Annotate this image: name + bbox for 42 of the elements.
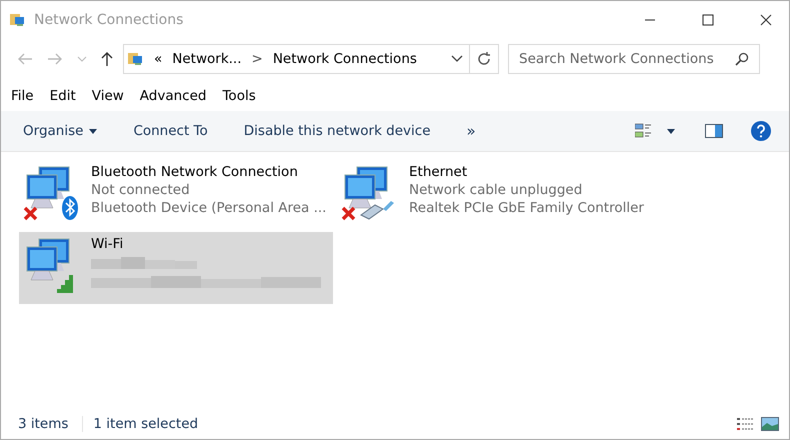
network-folder-icon <box>128 51 144 67</box>
connection-item[interactable]: Bluetooth Network Connection Not connected Bluetooth Device (Personal Area ... <box>19 160 333 232</box>
maximize-icon[interactable] <box>702 14 714 26</box>
connection-item[interactable]: Wi-Fi <box>19 232 333 304</box>
address-bar[interactable]: « Network... > Network Connections <box>123 44 499 74</box>
menu-item[interactable]: Advanced <box>140 88 206 104</box>
connection-name: Wi-Fi <box>91 236 124 252</box>
breadcrumb-separator[interactable]: > <box>252 51 263 67</box>
more-button[interactable]: » <box>466 122 476 140</box>
close-icon[interactable] <box>760 14 772 26</box>
dropdown-icon[interactable] <box>451 55 463 63</box>
command-button[interactable]: Connect To <box>133 123 208 139</box>
overflow-chevron[interactable]: « <box>154 51 162 67</box>
connection-item[interactable]: Ethernet Network cable unplugged Realtek PCIe GbE Family Controller <box>337 160 651 232</box>
refresh-icon[interactable] <box>476 51 492 67</box>
search-box[interactable]: Search Network Connections <box>508 44 760 74</box>
command-button[interactable]: Disable this network device <box>244 123 431 139</box>
device-name: Realtek PCIe GbE Family Controller <box>409 200 644 216</box>
window-title: Network Connections <box>34 12 184 28</box>
network-folder-icon <box>10 12 26 28</box>
connection-name: Bluetooth Network Connection <box>91 164 299 180</box>
details-view-icon[interactable] <box>737 417 753 431</box>
dropdown-icon[interactable] <box>667 128 675 134</box>
connection-status: Not connected <box>91 182 191 198</box>
breadcrumb[interactable]: Network... <box>172 51 242 67</box>
menu-item[interactable]: Edit <box>50 88 76 104</box>
preview-pane-icon[interactable] <box>705 124 723 138</box>
menu-item[interactable]: View <box>92 88 124 104</box>
large-icons-view-icon[interactable] <box>761 417 779 431</box>
up-icon[interactable] <box>101 51 113 67</box>
connection-name: Ethernet <box>409 164 468 180</box>
selection-count: 1 item selected <box>82 416 198 432</box>
caret-icon <box>89 128 98 134</box>
menu-item[interactable]: Tools <box>222 88 256 104</box>
menu-item[interactable]: File <box>11 88 34 104</box>
connection-status: Network cable unplugged <box>409 182 584 198</box>
organise-button[interactable]: Organise <box>23 123 98 139</box>
device-name: Bluetooth Device (Personal Area ... <box>91 200 326 216</box>
help-icon[interactable] <box>751 121 771 141</box>
item-count: 3 items <box>18 416 68 432</box>
search-icon <box>735 52 749 66</box>
breadcrumb[interactable]: Network Connections <box>272 51 417 67</box>
